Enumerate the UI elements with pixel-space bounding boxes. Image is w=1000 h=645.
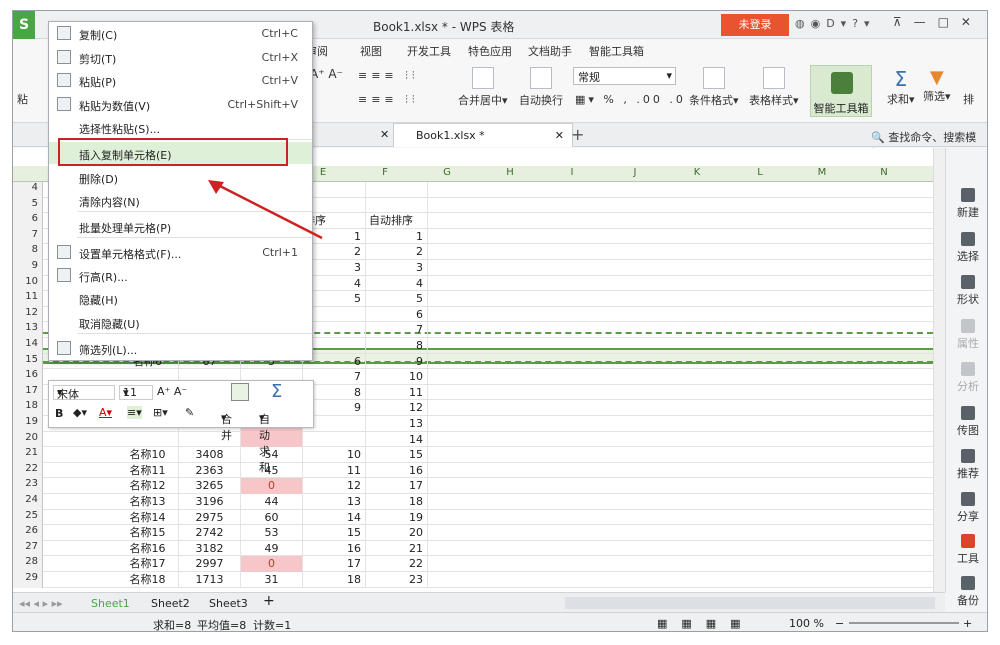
annotation-arrow [208, 180, 323, 240]
